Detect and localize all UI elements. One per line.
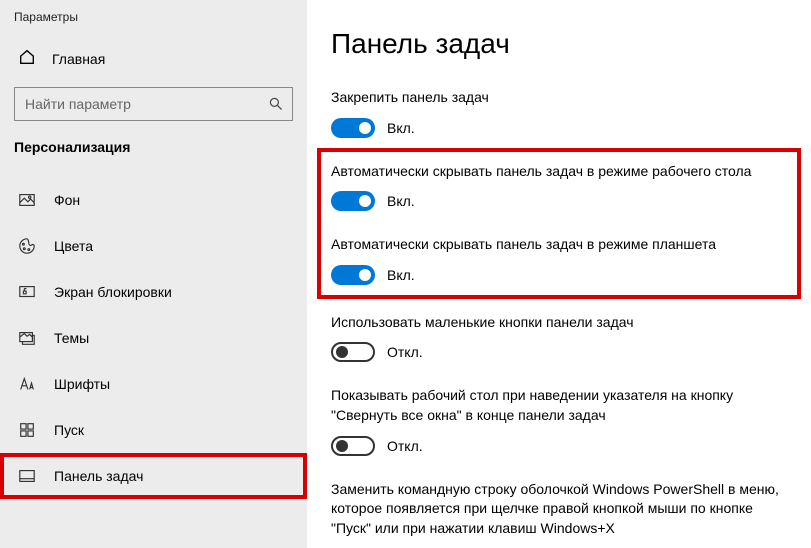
nav-label: Цвета (54, 238, 93, 254)
nav-label: Экран блокировки (54, 284, 172, 300)
toggle-state: Вкл. (387, 120, 415, 136)
nav-fonts[interactable]: Шрифты (0, 361, 307, 407)
palette-icon (18, 237, 36, 255)
setting-autohide-desktop: Автоматически скрывать панель задач в ре… (331, 162, 787, 212)
nav-background[interactable]: Фон (0, 177, 307, 223)
taskbar-icon (18, 467, 36, 485)
setting-label: Автоматически скрывать панель задач в ре… (331, 162, 787, 182)
toggle-state: Откл. (387, 438, 423, 454)
home-label: Главная (52, 51, 105, 67)
nav-start[interactable]: Пуск (0, 407, 307, 453)
setting-autohide-tablet: Автоматически скрывать панель задач в ре… (331, 235, 787, 285)
search-input[interactable] (25, 96, 268, 112)
nav-colors[interactable]: Цвета (0, 223, 307, 269)
nav-themes[interactable]: Темы (0, 315, 307, 361)
toggle-lock-taskbar[interactable] (331, 118, 375, 138)
setting-lock-taskbar: Закрепить панель задач Вкл. (331, 88, 787, 138)
toggle-state: Откл. (387, 344, 423, 360)
toggle-autohide-desktop[interactable] (331, 191, 375, 211)
home-link[interactable]: Главная (0, 38, 307, 79)
themes-icon (18, 329, 36, 347)
toggle-peek-desktop[interactable] (331, 436, 375, 456)
nav-label: Панель задач (54, 468, 143, 484)
toggle-state: Вкл. (387, 267, 415, 283)
nav-label: Пуск (54, 422, 84, 438)
start-icon (18, 421, 36, 439)
setting-powershell: Заменить командную строку оболочкой Wind… (331, 480, 787, 548)
setting-small-buttons: Использовать маленькие кнопки панели зад… (331, 313, 787, 363)
nav: Фон Цвета Экран блокировки (0, 177, 307, 499)
main-content: Панель задач Закрепить панель задач Вкл.… (307, 0, 811, 548)
setting-label: Закрепить панель задач (331, 88, 787, 108)
home-icon (18, 48, 36, 69)
picture-icon (18, 191, 36, 209)
setting-label: Использовать маленькие кнопки панели зад… (331, 313, 787, 333)
nav-label: Темы (54, 330, 89, 346)
toggle-autohide-tablet[interactable] (331, 265, 375, 285)
page-title: Панель задач (331, 28, 787, 60)
setting-label: Показывать рабочий стол при наведении ук… (331, 386, 787, 425)
nav-taskbar[interactable]: Панель задач (0, 453, 307, 499)
highlighted-settings: Автоматически скрывать панель задач в ре… (317, 148, 801, 299)
lockscreen-icon (18, 283, 36, 301)
setting-label: Заменить командную строку оболочкой Wind… (331, 480, 787, 539)
window-title: Параметры (0, 4, 307, 38)
setting-label: Автоматически скрывать панель задач в ре… (331, 235, 787, 255)
toggle-state: Вкл. (387, 193, 415, 209)
search-box[interactable] (14, 87, 293, 121)
nav-lockscreen[interactable]: Экран блокировки (0, 269, 307, 315)
sidebar: Параметры Главная Персонализация (0, 0, 307, 548)
toggle-small-buttons[interactable] (331, 342, 375, 362)
setting-peek-desktop: Показывать рабочий стол при наведении ук… (331, 386, 787, 455)
nav-label: Шрифты (54, 376, 110, 392)
search-icon (268, 96, 284, 112)
fonts-icon (18, 375, 36, 393)
nav-label: Фон (54, 192, 80, 208)
category-header: Персонализация (0, 135, 307, 169)
